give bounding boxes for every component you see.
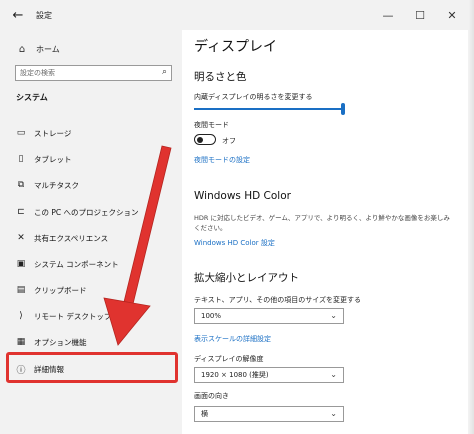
scale-dropdown[interactable]: 100% ⌄ (194, 308, 344, 324)
orientation-label: 画面の向き (194, 392, 229, 400)
sidebar-item-storage[interactable]: ▭ ストレージ (0, 123, 182, 143)
sidebar-item-shared-experience[interactable]: ✕ 共有エクスペリエンス (0, 228, 182, 248)
sidebar-item-label: システム コンポーネント (34, 259, 119, 269)
sidebar-item-remote-desktop[interactable]: ⟩ リモート デスクトップ (0, 306, 182, 326)
minimize-button[interactable]: — (372, 0, 404, 30)
search-box[interactable]: ⌕ (15, 65, 172, 81)
night-light-settings-link[interactable]: 夜間モードの設定 (194, 155, 250, 165)
sidebar-item-optional-features[interactable]: ▦ オプション機能 (0, 332, 182, 352)
tablet-icon: ▯ (18, 154, 24, 164)
resolution-dropdown[interactable]: 1920 × 1080 (推奨) ⌄ (194, 367, 344, 383)
scale-label: テキスト、アプリ、その他の項目のサイズを変更する (194, 296, 362, 304)
sidebar-item-label: この PC へのプロジェクション (34, 207, 139, 217)
multitask-icon: ⧉ (17, 180, 25, 190)
hdr-description: HDR に対応したビデオ、ゲーム、アプリで、より明るく、より鮮やかな画像をお楽し… (194, 214, 450, 232)
scale-layout-heading: 拡大縮小とレイアウト (194, 272, 299, 284)
close-button[interactable]: ✕ (436, 0, 468, 30)
shared-experience-icon: ✕ (17, 233, 25, 243)
night-light-state: オフ (222, 137, 236, 145)
sidebar-item-multitask[interactable]: ⧉ マルチタスク (0, 175, 182, 195)
sidebar-item-projection[interactable]: ⊏ この PC へのプロジェクション (0, 202, 182, 222)
brightness-slider-track[interactable] (194, 108, 344, 110)
clipboard-icon: ▤ (16, 285, 26, 295)
highlight-box (6, 352, 178, 383)
orientation-dropdown[interactable]: 横 ⌄ (194, 406, 344, 422)
sidebar-item-label: リモート デスクトップ (34, 311, 112, 321)
maximize-button[interactable]: ☐ (404, 0, 436, 30)
content-pane: ディスプレイ 明るさと色 内蔵ディスプレイの明るさを変更する 夜間モード オフ … (182, 30, 468, 434)
close-icon: ✕ (447, 8, 457, 22)
system-components-icon: ▣ (16, 259, 26, 269)
chevron-down-icon: ⌄ (330, 370, 337, 379)
optional-features-icon: ▦ (16, 337, 26, 347)
advanced-scale-link[interactable]: 表示スケールの詳細設定 (194, 334, 271, 344)
sidebar-section-title: システム (16, 93, 48, 102)
orientation-value: 横 (201, 410, 208, 418)
back-button[interactable]: ← (0, 0, 36, 30)
search-input[interactable] (20, 67, 155, 79)
scale-value: 100% (201, 312, 222, 320)
back-arrow-icon: ← (12, 7, 24, 23)
hdr-heading: Windows HD Color (194, 190, 291, 202)
storage-icon: ▭ (16, 128, 26, 138)
brightness-heading: 明るさと色 (194, 71, 247, 83)
title-bar: ← 設定 — ☐ ✕ (0, 0, 468, 30)
sidebar-item-label: タブレット (34, 154, 72, 164)
sidebar-item-label: オプション機能 (34, 337, 87, 347)
sidebar-item-label: 共有エクスペリエンス (34, 233, 109, 243)
toggle-knob (197, 136, 203, 143)
brightness-slider-label: 内蔵ディスプレイの明るさを変更する (194, 93, 313, 101)
sidebar-item-tablet[interactable]: ▯ タブレット (0, 149, 182, 169)
sidebar-item-home[interactable]: ⌂ ホーム (0, 38, 182, 60)
page-title: ディスプレイ (194, 39, 278, 55)
window-title: 設定 (36, 10, 52, 20)
resolution-label: ディスプレイの解像度 (194, 355, 264, 363)
sidebar-item-label: マルチタスク (34, 180, 79, 190)
brightness-slider-thumb[interactable] (341, 103, 345, 115)
sidebar-item-label: ストレージ (34, 128, 72, 138)
window-shadow (468, 0, 474, 434)
minimize-icon: — (382, 8, 394, 22)
sidebar-item-system-components[interactable]: ▣ システム コンポーネント (0, 254, 182, 274)
home-icon: ⌂ (18, 43, 26, 55)
maximize-icon: ☐ (415, 8, 425, 22)
window-controls: — ☐ ✕ (372, 0, 468, 30)
night-light-label: 夜間モード (194, 121, 229, 129)
chevron-down-icon: ⌄ (330, 409, 337, 418)
remote-desktop-icon: ⟩ (19, 311, 23, 321)
search-icon[interactable]: ⌕ (162, 67, 167, 77)
hdr-settings-link[interactable]: Windows HD Color 設定 (194, 238, 275, 248)
sidebar-item-clipboard[interactable]: ▤ クリップボード (0, 280, 182, 300)
projection-icon: ⊏ (17, 207, 25, 217)
night-light-toggle[interactable] (194, 134, 216, 145)
chevron-down-icon: ⌄ (330, 311, 337, 320)
sidebar-item-label: クリップボード (34, 285, 87, 295)
settings-window: ← 設定 — ☐ ✕ ⌂ ホーム ⌕ システム ▭ ストレージ ▯ タブレット … (0, 0, 474, 434)
sidebar-home-label: ホーム (36, 44, 60, 54)
resolution-value: 1920 × 1080 (推奨) (201, 371, 269, 379)
